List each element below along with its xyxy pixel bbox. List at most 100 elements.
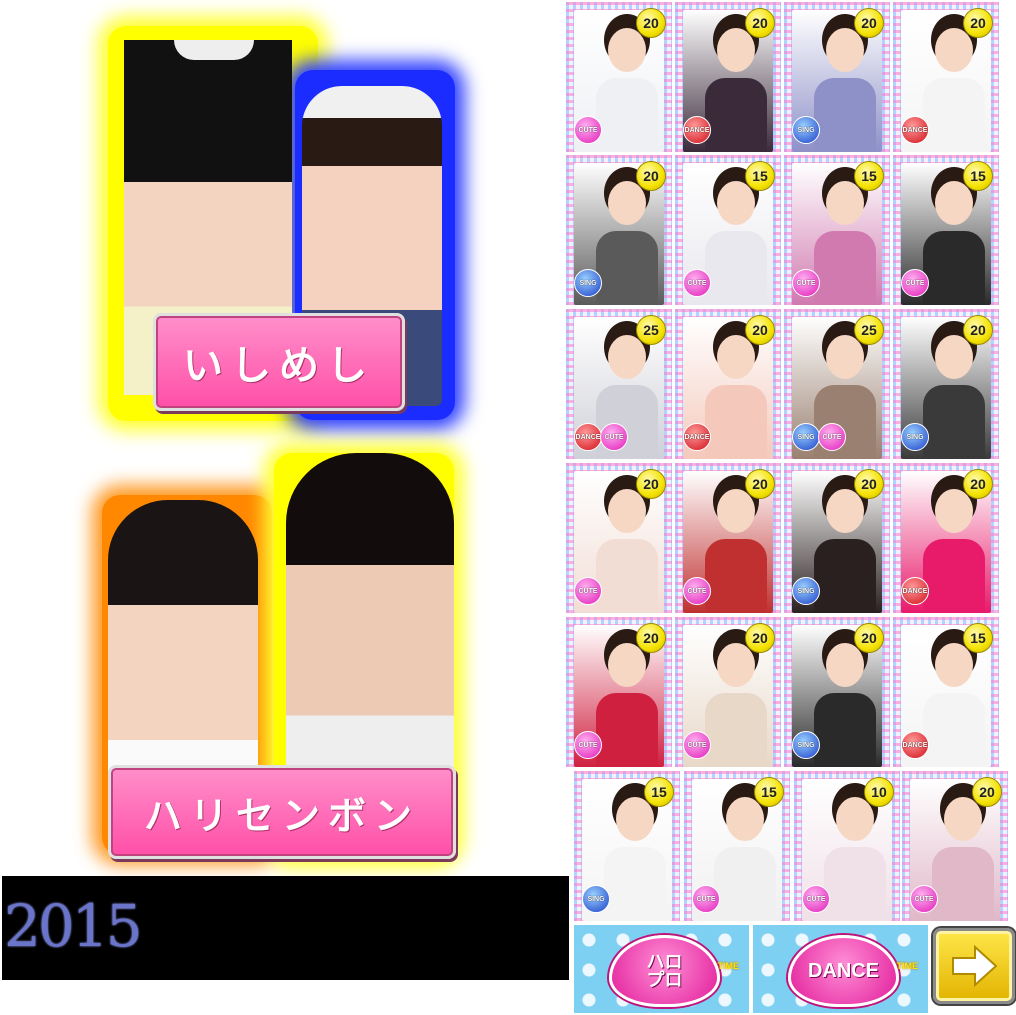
hello-pro-time-button[interactable]: ハロ プロ TIME	[574, 925, 749, 1013]
time-label: TIME	[896, 961, 919, 971]
idol-outfit	[923, 78, 985, 152]
idol-card[interactable]: 20 DANCE	[893, 463, 999, 613]
cost-badge: 20	[963, 469, 993, 499]
cost-badge: 20	[854, 623, 884, 653]
idol-card[interactable]: 25 SING CUTE	[784, 309, 890, 459]
idol-card[interactable]: 20 CUTE	[566, 2, 672, 152]
idol-card[interactable]: 15 CUTE	[893, 155, 999, 305]
cost-badge: 20	[636, 161, 666, 191]
idol-head	[935, 643, 973, 687]
cost-badge: 15	[644, 777, 674, 807]
cute-type-badge: CUTE	[901, 269, 929, 297]
idol-head	[826, 28, 864, 72]
pair-card-1[interactable]: いしめし	[100, 18, 462, 428]
idol-head	[944, 797, 982, 841]
pair-photo	[286, 453, 454, 803]
idol-head	[935, 489, 973, 533]
cost-badge: 20	[636, 8, 666, 38]
cost-badge: 20	[745, 315, 775, 345]
idol-card[interactable]: 20 CUTE	[675, 617, 781, 767]
heart-icon: ハロ プロ	[609, 935, 720, 1007]
idol-card[interactable]: 20 DANCE	[675, 2, 781, 152]
idol-card[interactable]: 20 DANCE	[675, 309, 781, 459]
dance-type-badge: DANCE	[901, 116, 929, 144]
idol-card[interactable]: 15 CUTE	[684, 771, 790, 921]
pair-name: いしめし	[183, 343, 375, 389]
idol-card[interactable]: 25 DANCE CUTE	[566, 309, 672, 459]
idol-outfit	[705, 693, 767, 767]
idol-card[interactable]: 10 CUTE	[794, 771, 900, 921]
idol-card[interactable]: 15 CUTE	[784, 155, 890, 305]
idol-card[interactable]: 20 DANCE	[893, 2, 999, 152]
pair-name: ハリセンボン	[143, 793, 420, 838]
idol-card[interactable]: 15 DANCE	[893, 617, 999, 767]
dance-label: DANCE	[807, 959, 880, 982]
cost-badge: 15	[745, 161, 775, 191]
pair-name-plate: いしめし	[153, 313, 405, 411]
idol-card[interactable]: 15 CUTE	[675, 155, 781, 305]
idol-head	[836, 797, 874, 841]
cost-badge: 20	[963, 8, 993, 38]
dance-type-badge: DANCE	[901, 577, 929, 605]
idol-head	[717, 643, 755, 687]
cost-badge: 20	[745, 469, 775, 499]
idol-head	[726, 797, 764, 841]
idol-card[interactable]: 20 SING	[784, 463, 890, 613]
idol-head	[608, 335, 646, 379]
idol-card[interactable]: 20 CUTE	[566, 463, 672, 613]
cost-badge: 20	[854, 8, 884, 38]
idol-outfit	[923, 539, 985, 613]
idol-outfit	[596, 231, 658, 305]
idol-head	[608, 643, 646, 687]
idol-head	[935, 335, 973, 379]
cute-type-badge: CUTE	[683, 269, 711, 297]
arrow-right-icon	[952, 944, 998, 988]
cost-badge: 25	[854, 315, 884, 345]
cute-type-badge: CUTE	[910, 885, 938, 913]
cost-badge: 20	[963, 315, 993, 345]
idol-head	[608, 181, 646, 225]
cost-badge: 15	[963, 161, 993, 191]
sing-type-badge: SING	[574, 269, 602, 297]
idol-card[interactable]: 15 SING	[574, 771, 680, 921]
cost-badge: 15	[754, 777, 784, 807]
idol-card[interactable]: 20 CUTE	[902, 771, 1008, 921]
idol-outfit	[814, 231, 876, 305]
idol-head	[935, 181, 973, 225]
idol-head	[826, 181, 864, 225]
year-label: 2015	[4, 892, 143, 960]
idol-card[interactable]: 20 SING	[784, 2, 890, 152]
next-page-button[interactable]	[933, 928, 1015, 1004]
pair-card-2[interactable]: ハリセンボン	[94, 445, 466, 865]
dance-type-badge: DANCE	[683, 116, 711, 144]
idol-card[interactable]: 20 SING	[893, 309, 999, 459]
hello-pro-label: ハロ プロ	[646, 952, 683, 990]
idol-card[interactable]: 20 SING	[566, 155, 672, 305]
sing-type-badge: SING	[792, 116, 820, 144]
idol-card[interactable]: 20 CUTE	[675, 463, 781, 613]
cost-badge: 10	[864, 777, 894, 807]
idol-head	[717, 28, 755, 72]
cute-type-badge: CUTE	[683, 731, 711, 759]
idol-head	[717, 489, 755, 533]
sing-type-badge: SING	[582, 885, 610, 913]
sing-type-badge: SING	[901, 423, 929, 451]
idol-head	[826, 643, 864, 687]
cute-type-badge: CUTE	[802, 885, 830, 913]
idol-head	[616, 797, 654, 841]
idol-card[interactable]: 20 SING	[784, 617, 890, 767]
idol-outfit	[923, 385, 985, 459]
cost-badge: 15	[963, 623, 993, 653]
idol-card[interactable]: 20 CUTE	[566, 617, 672, 767]
dance-time-button[interactable]: DANCE TIME	[753, 925, 928, 1013]
cute-type-badge: CUTE	[692, 885, 720, 913]
cute-type-badge: CUTE	[574, 116, 602, 144]
idol-head	[826, 489, 864, 533]
idol-outfit	[814, 693, 876, 767]
idol-outfit	[596, 78, 658, 152]
cute-type-badge: CUTE	[683, 577, 711, 605]
idol-head	[717, 181, 755, 225]
pair-photo	[108, 500, 258, 800]
idol-outfit	[604, 847, 666, 921]
idol-outfit	[923, 231, 985, 305]
